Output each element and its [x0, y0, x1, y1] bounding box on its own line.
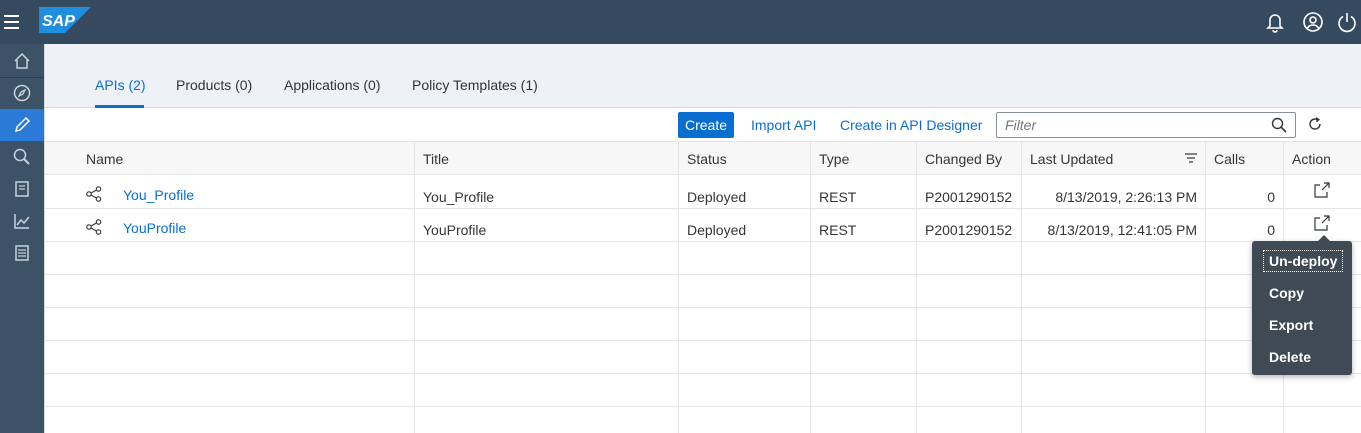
column-header-status[interactable]: Status — [687, 151, 727, 167]
filter-field — [996, 112, 1296, 138]
refresh-icon[interactable] — [1307, 116, 1323, 132]
column-header-last-updated[interactable]: Last Updated — [1030, 151, 1113, 167]
main-content: APIs (2) Products (0) Applications (0) P… — [44, 44, 1361, 433]
report-icon[interactable] — [0, 237, 44, 269]
create-in-api-designer-button[interactable]: Create in API Designer — [840, 112, 982, 138]
action-icon[interactable] — [1313, 214, 1331, 232]
tab-bar: APIs (2) Products (0) Applications (0) P… — [45, 44, 1361, 108]
sort-icon[interactable] — [1185, 153, 1197, 163]
power-icon[interactable] — [1336, 11, 1358, 33]
api-type: REST — [819, 222, 857, 238]
user-icon[interactable] — [1302, 11, 1324, 33]
side-navigation — [0, 44, 44, 433]
api-name-link[interactable]: YouProfile — [123, 220, 186, 236]
api-calls: 0 — [1267, 222, 1275, 238]
menu-item-export[interactable]: Export — [1269, 317, 1313, 333]
discover-icon[interactable] — [0, 77, 44, 109]
api-last-updated: 8/13/2019, 12:41:05 PM — [1047, 222, 1197, 238]
column-header-name[interactable]: Name — [86, 151, 123, 167]
svg-text:SAP: SAP — [42, 13, 75, 30]
create-button[interactable]: Create — [678, 112, 734, 138]
api-type: REST — [819, 189, 857, 205]
api-changed-by: P2001290152 — [925, 189, 1013, 205]
bell-icon[interactable] — [1264, 11, 1286, 33]
column-header-calls[interactable]: Calls — [1214, 151, 1245, 167]
column-header-action[interactable]: Action — [1292, 151, 1331, 167]
table-header: Name Title Status Type Changed By Last U… — [45, 141, 1361, 175]
share-icon — [86, 219, 102, 235]
action-icon[interactable] — [1313, 181, 1331, 199]
develop-icon[interactable] — [0, 109, 44, 141]
sap-logo: SAP — [39, 7, 91, 33]
tab-applications[interactable]: Applications (0) — [284, 77, 381, 93]
api-last-updated: 8/13/2019, 2:26:13 PM — [1055, 189, 1197, 205]
menu-item-copy[interactable]: Copy — [1269, 285, 1304, 301]
menu-item-delete[interactable]: Delete — [1269, 349, 1311, 365]
tab-apis[interactable]: APIs (2) — [95, 77, 146, 93]
api-name-link[interactable]: You_Profile — [123, 187, 194, 203]
active-tab-indicator — [95, 105, 144, 108]
tab-policy-templates[interactable]: Policy Templates (1) — [412, 77, 538, 93]
menu-item-un-deploy[interactable]: Un-deploy — [1262, 250, 1344, 272]
shell-bar: SAP — [0, 0, 1361, 44]
column-header-changed-by[interactable]: Changed By — [925, 151, 1002, 167]
api-status: Deployed — [687, 189, 747, 205]
api-title: YouProfile — [423, 222, 487, 238]
configure-icon[interactable] — [0, 173, 44, 205]
import-api-button[interactable]: Import API — [751, 112, 816, 138]
action-menu: Un-deploy Copy Export Delete — [1252, 235, 1352, 375]
share-icon — [86, 186, 102, 202]
api-title: You_Profile — [423, 189, 495, 205]
search-icon[interactable] — [1271, 117, 1287, 133]
tab-products[interactable]: Products (0) — [176, 77, 252, 93]
column-header-type[interactable]: Type — [819, 151, 849, 167]
home-icon[interactable] — [0, 45, 44, 77]
api-calls: 0 — [1267, 189, 1275, 205]
analyze-icon[interactable] — [0, 205, 44, 237]
column-header-title[interactable]: Title — [423, 151, 449, 167]
api-changed-by: P2001290152 — [925, 222, 1013, 238]
test-icon[interactable] — [0, 141, 44, 173]
menu-icon[interactable] — [4, 11, 22, 33]
api-status: Deployed — [687, 222, 747, 238]
filter-input[interactable] — [997, 113, 1257, 137]
